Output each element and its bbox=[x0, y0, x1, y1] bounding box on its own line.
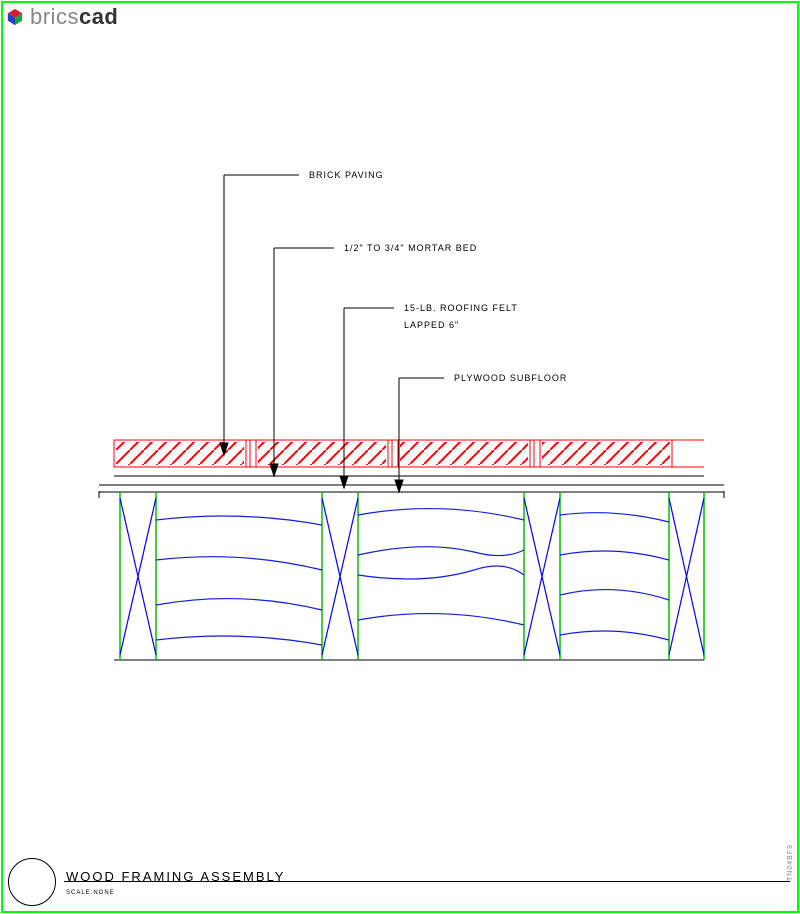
brand-text: bricscad bbox=[30, 4, 118, 30]
wood-joists bbox=[114, 492, 704, 660]
label-roofing-felt-1: 15-LB. ROOFING FELT bbox=[404, 303, 518, 313]
drawing-canvas: BRICK PAVING 1/2" TO 3/4" MORTAR BED 15-… bbox=[4, 30, 796, 854]
brand-suffix: cad bbox=[79, 4, 118, 29]
label-mortar-bed: 1/2" TO 3/4" MORTAR BED bbox=[344, 243, 477, 253]
drawing-title: WOOD FRAMING ASSEMBLY bbox=[66, 869, 285, 884]
brand-prefix: brics bbox=[30, 4, 79, 29]
drawing-reference: TN04BF9 bbox=[787, 844, 794, 881]
title-block: WOOD FRAMING ASSEMBLY SCALE:NONE bbox=[4, 856, 796, 908]
label-roofing-felt-2: LAPPED 6" bbox=[404, 320, 459, 330]
subfloor-lines bbox=[99, 485, 724, 498]
app-header: bricscad bbox=[6, 4, 118, 30]
label-plywood: PLYWOOD SUBFLOOR bbox=[454, 373, 567, 383]
cad-drawing bbox=[4, 30, 796, 850]
detail-marker-circle bbox=[8, 858, 56, 906]
drawing-scale: SCALE:NONE bbox=[66, 890, 285, 896]
brick-paving-layer bbox=[114, 440, 704, 467]
label-brick-paving: BRICK PAVING bbox=[309, 170, 384, 180]
bricscad-logo-icon bbox=[6, 8, 24, 26]
